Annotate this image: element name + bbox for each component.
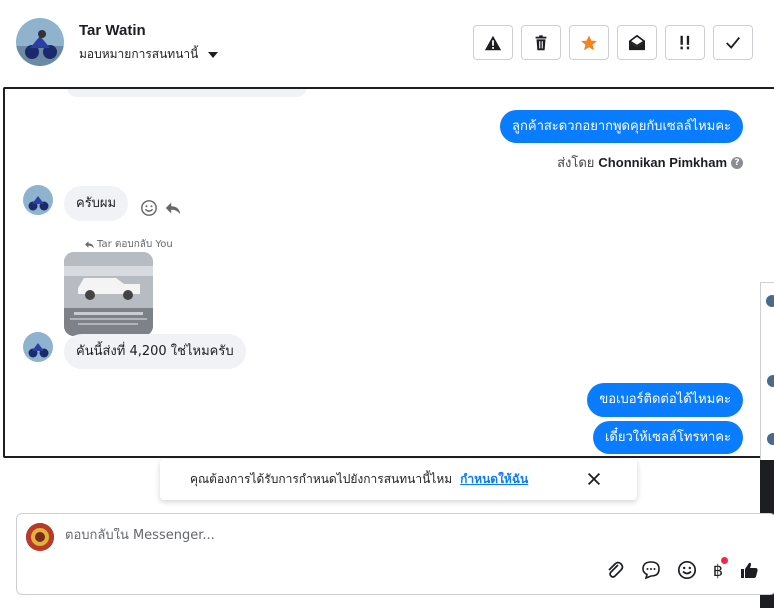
follow-up-icon <box>680 35 690 49</box>
mark-done-button[interactable] <box>713 25 753 60</box>
emoji-react-icon[interactable] <box>140 199 158 217</box>
avatar[interactable] <box>766 295 774 307</box>
thumbs-up-icon[interactable] <box>739 560 759 580</box>
avatar[interactable] <box>767 375 774 387</box>
outgoing-message[interactable]: เดี๋ยวให้เซลล์โทรหาคะ <box>592 421 743 454</box>
assign-label: มอบหมายการสนทนานี้ <box>79 47 199 61</box>
contact-name: Tar Watin <box>79 22 146 39</box>
assign-dropdown[interactable]: มอบหมายการสนทนานี้ <box>79 45 219 64</box>
messenger-inbox: Tar Watin มอบหมายการสนทนานี้ ลูกค้าสะดวก… <box>0 0 774 608</box>
page-avatar <box>26 523 54 551</box>
envelope-open-icon <box>628 34 646 50</box>
sent-by-prefix: ส่งโดย <box>557 156 595 171</box>
conversation-toolbar <box>473 25 753 60</box>
check-icon <box>726 36 740 49</box>
saved-replies-icon[interactable] <box>641 560 661 580</box>
message-thread[interactable]: ลูกค้าสะดวกอยากพูดคุยกับเซลล์ไหมคะ ส่งโด… <box>3 87 774 458</box>
avatar[interactable] <box>767 433 774 445</box>
composer-toolbar: ฿ <box>605 556 759 580</box>
delete-button[interactable] <box>521 25 561 60</box>
star-icon <box>581 34 597 50</box>
chevron-down-icon <box>208 51 219 58</box>
incoming-message[interactable]: ครับผม <box>64 186 129 221</box>
previous-message-bubble <box>67 89 307 97</box>
message-composer: ฿ <box>16 513 774 595</box>
sent-by-label: ส่งโดย Chonnikan Pimkham ? <box>557 152 743 173</box>
reply-input[interactable] <box>65 528 745 543</box>
assign-prompt: คุณต้องการได้รับการกำหนดไปยังการสนทนานี้… <box>160 459 637 500</box>
payment-button[interactable]: ฿ <box>713 556 728 580</box>
emoji-icon[interactable] <box>677 560 697 580</box>
mark-unread-button[interactable] <box>617 25 657 60</box>
attachment-icon[interactable] <box>605 560 625 580</box>
notification-dot <box>721 556 728 564</box>
reply-note-text: Tar ตอบกลับ You <box>97 239 173 250</box>
conversation-header: Tar Watin มอบหมายการสนทนานี้ <box>0 0 774 88</box>
help-icon[interactable]: ? <box>731 156 743 169</box>
reply-context: Tar ตอบกลับ You <box>84 237 173 252</box>
mark-spam-button[interactable] <box>473 25 513 60</box>
sender-name: Chonnikan Pimkham <box>598 155 727 170</box>
contact-avatar-small[interactable] <box>23 185 53 215</box>
reply-icon[interactable] <box>164 199 182 217</box>
outgoing-message[interactable]: ขอเบอร์ติดต่อได้ไหมคะ <box>587 383 743 417</box>
follow-up-button[interactable] <box>665 25 705 60</box>
assign-prompt-text: คุณต้องการได้รับการกำหนดไปยังการสนทนานี้… <box>190 472 453 486</box>
trash-icon <box>535 34 547 50</box>
contact-avatar[interactable] <box>16 18 64 66</box>
reply-arrow-icon <box>85 241 94 249</box>
outgoing-message[interactable]: ลูกค้าสะดวกอยากพูดคุยกับเซลล์ไหมคะ <box>500 110 743 143</box>
replied-car-image[interactable] <box>64 252 153 336</box>
warning-icon <box>484 35 502 50</box>
message-actions <box>140 199 182 217</box>
star-button[interactable] <box>569 25 609 60</box>
contact-avatar-small[interactable] <box>23 332 53 362</box>
close-icon[interactable] <box>585 470 603 488</box>
incoming-message[interactable]: คันนี้ส่งที่ 4,200 ใช่ไหมครับ <box>64 334 246 369</box>
assign-to-me-link[interactable]: กำหนดให้ฉัน <box>460 470 528 489</box>
